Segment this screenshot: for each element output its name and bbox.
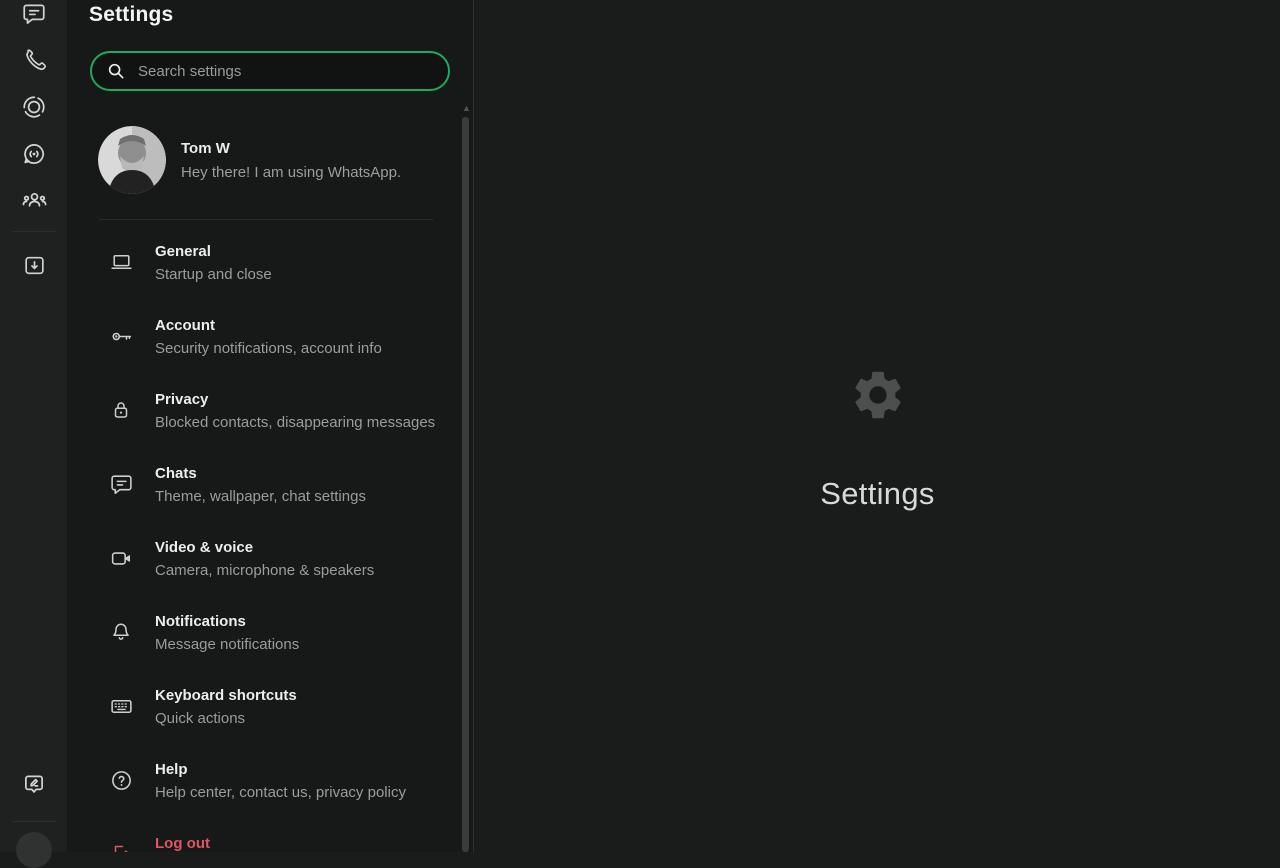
settings-item-keyboard-shortcuts[interactable]: Keyboard shortcuts Quick actions <box>108 687 438 728</box>
item-title: Chats <box>155 465 366 483</box>
avatar <box>98 126 166 194</box>
item-title: Help <box>155 761 406 779</box>
bell-icon <box>108 620 134 644</box>
item-subtitle: Help center, contact us, privacy policy <box>155 784 406 802</box>
help-icon <box>108 768 134 793</box>
item-title: Privacy <box>155 391 435 409</box>
rail-chats-button[interactable] <box>14 0 54 36</box>
settings-item-general[interactable]: General Startup and close <box>108 243 438 284</box>
item-title: General <box>155 243 272 261</box>
main-settings-title: Settings <box>475 476 1280 512</box>
profile-name: Tom W <box>181 140 401 157</box>
logout-icon <box>108 842 134 852</box>
video-camera-icon <box>108 546 134 571</box>
settings-item-notifications[interactable]: Notifications Message notifications <box>108 613 438 654</box>
main-content: Settings <box>475 0 1280 852</box>
settings-panel: Settings Tom W Hey there! I am us <box>68 0 474 852</box>
settings-item-privacy[interactable]: Privacy Blocked contacts, disappearing m… <box>108 391 438 432</box>
item-title: Keyboard shortcuts <box>155 687 297 705</box>
profile-status: Hey there! I am using WhatsApp. <box>181 164 401 181</box>
status-icon <box>21 94 47 125</box>
rail-communities-button[interactable] <box>14 182 54 222</box>
item-subtitle: Security notifications, account info <box>155 340 382 358</box>
search-input[interactable] <box>90 51 450 91</box>
item-subtitle: Message notifications <box>155 636 299 654</box>
item-title: Log out <box>155 835 210 852</box>
rail-channels-button[interactable] <box>14 136 54 176</box>
settings-item-video-voice[interactable]: Video & voice Camera, microphone & speak… <box>108 539 438 580</box>
compose-status-icon <box>21 771 47 802</box>
scrollbar-up-arrow[interactable]: ▲ <box>462 103 471 113</box>
scrollbar-thumb[interactable] <box>462 117 469 852</box>
item-title: Account <box>155 317 382 335</box>
item-title: Video & voice <box>155 539 374 557</box>
settings-item-chats[interactable]: Chats Theme, wallpaper, chat settings <box>108 465 438 506</box>
calls-icon <box>22 47 47 77</box>
laptop-icon <box>108 250 134 275</box>
key-icon <box>108 324 134 349</box>
lock-icon <box>108 398 134 422</box>
settings-list: General Startup and close Account Securi… <box>108 243 438 852</box>
settings-item-logout[interactable]: Log out <box>108 835 438 852</box>
rail-compose-status-button[interactable] <box>14 766 54 806</box>
item-subtitle: Camera, microphone & speakers <box>155 562 374 580</box>
channels-icon <box>21 141 47 172</box>
settings-item-help[interactable]: Help Help center, contact us, privacy po… <box>108 761 438 802</box>
settings-gear-icon <box>24 838 44 863</box>
profile-row[interactable]: Tom W Hey there! I am using WhatsApp. <box>98 126 448 194</box>
nav-rail <box>0 0 68 852</box>
item-title: Notifications <box>155 613 299 631</box>
rail-archived-button[interactable] <box>14 248 54 288</box>
chat-icon <box>108 472 134 497</box>
rail-status-button[interactable] <box>14 89 54 129</box>
item-subtitle: Blocked contacts, disappearing messages <box>155 414 435 432</box>
keyboard-icon <box>108 694 134 719</box>
chats-icon <box>21 1 47 32</box>
divider <box>99 219 433 220</box>
item-subtitle: Startup and close <box>155 266 272 284</box>
rail-divider <box>12 821 56 822</box>
communities-icon <box>21 186 48 218</box>
rail-calls-button[interactable] <box>14 42 54 82</box>
archive-icon <box>22 253 47 283</box>
item-subtitle: Quick actions <box>155 710 297 728</box>
settings-item-account[interactable]: Account Security notifications, account … <box>108 317 438 358</box>
page-title: Settings <box>89 3 173 27</box>
rail-divider <box>12 231 56 232</box>
rail-settings-button-active[interactable] <box>16 832 52 868</box>
gear-icon <box>849 366 907 429</box>
item-subtitle: Theme, wallpaper, chat settings <box>155 488 366 506</box>
